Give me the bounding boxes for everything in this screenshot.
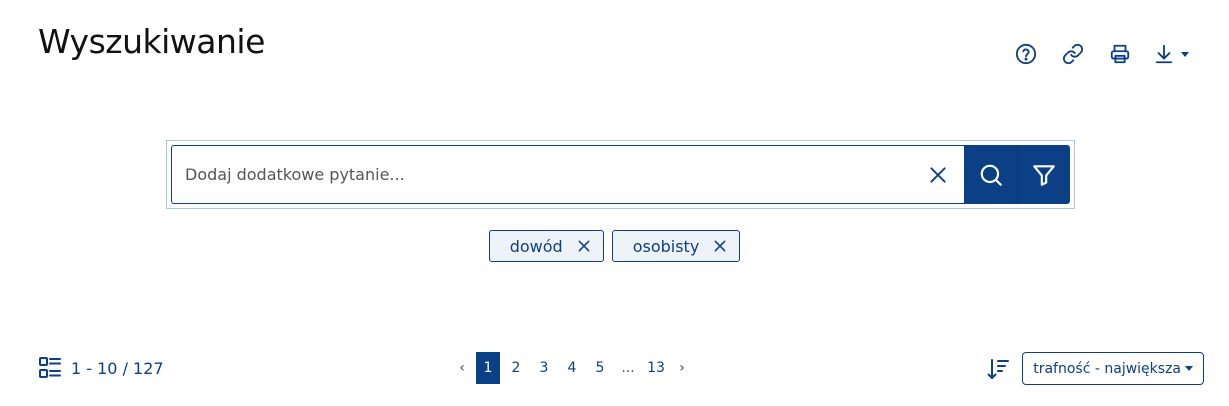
page-2-button[interactable]: 2	[504, 352, 528, 384]
search-box	[171, 145, 1070, 204]
print-button[interactable]	[1106, 40, 1134, 68]
list-view-icon[interactable]	[38, 356, 62, 380]
download-icon	[1155, 44, 1173, 64]
chip-remove-button[interactable]	[577, 239, 591, 253]
query-chips: dowód osobisty	[0, 230, 1229, 262]
chevron-down-icon	[1181, 51, 1189, 57]
sort-controls: trafność - największa	[986, 352, 1204, 385]
chip-remove-button[interactable]	[713, 239, 727, 253]
close-icon	[714, 240, 726, 252]
sort-direction-icon[interactable]	[986, 357, 1010, 381]
chip-label: osobisty	[632, 236, 700, 256]
page-3-button[interactable]: 3	[532, 352, 556, 384]
page-5-button[interactable]: 5	[588, 352, 612, 384]
filter-button[interactable]	[1017, 145, 1070, 204]
result-count: 1 - 10 / 127	[71, 358, 164, 378]
search-bar-container	[166, 140, 1075, 209]
link-icon	[1062, 43, 1084, 65]
query-chip[interactable]: dowód	[488, 230, 604, 262]
chip-label: dowód	[509, 236, 563, 256]
pagination: ‹ 1 2 3 4 5 ... 13 ›	[450, 352, 694, 384]
search-field	[171, 145, 964, 204]
close-icon	[578, 240, 590, 252]
top-toolbar	[993, 40, 1193, 68]
last-page-button[interactable]: 13	[644, 352, 668, 384]
next-page-button[interactable]: ›	[672, 352, 692, 384]
pagination-ellipsis: ...	[621, 360, 635, 376]
page-1-button[interactable]: 1	[476, 352, 500, 384]
query-chip[interactable]: osobisty	[611, 230, 741, 262]
page-4-button[interactable]: 4	[560, 352, 584, 384]
page-title: Wyszukiwanie	[38, 22, 265, 61]
filter-icon	[1033, 164, 1055, 186]
copy-link-button[interactable]	[1059, 40, 1087, 68]
help-button[interactable]	[1012, 40, 1040, 68]
sort-selected-label: trafność - największa	[1033, 360, 1181, 377]
clear-search-button[interactable]	[912, 146, 964, 203]
sort-select[interactable]: trafność - największa	[1022, 352, 1204, 385]
chevron-down-icon	[1185, 366, 1193, 371]
help-circle-icon	[1015, 43, 1037, 65]
printer-icon	[1110, 44, 1130, 64]
search-input[interactable]	[185, 146, 912, 203]
results-summary: 1 - 10 / 127	[38, 356, 164, 380]
close-icon	[930, 166, 946, 183]
search-icon	[980, 164, 1002, 186]
previous-page-button[interactable]: ‹	[452, 352, 472, 384]
search-button[interactable]	[964, 145, 1017, 204]
download-dropdown-button[interactable]	[1153, 40, 1193, 68]
